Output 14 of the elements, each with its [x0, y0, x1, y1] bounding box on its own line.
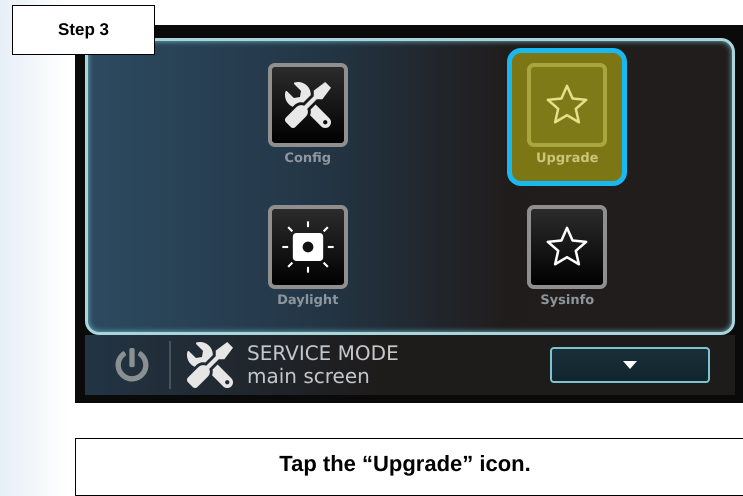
caret-icon: [623, 360, 637, 369]
mode-subtitle: main screen: [247, 364, 371, 388]
menu-tile[interactable]: Daylight: [248, 190, 368, 328]
dropdown-button[interactable]: [550, 346, 710, 383]
menu-tile[interactable]: Sysinfo: [507, 190, 628, 328]
mode-title: SERVICE MODE: [247, 342, 399, 365]
menu-tile[interactable]: Config: [248, 48, 368, 186]
tools-icon: [187, 342, 233, 388]
menu-tile[interactable]: Upgrade: [507, 48, 628, 186]
tools-icon: [284, 82, 331, 128]
power-icon[interactable]: [115, 348, 149, 382]
instruction-text: Tap the “Upgrade” icon.: [75, 438, 743, 496]
step-label: Step 3: [12, 5, 155, 55]
sun-icon: [280, 219, 336, 275]
